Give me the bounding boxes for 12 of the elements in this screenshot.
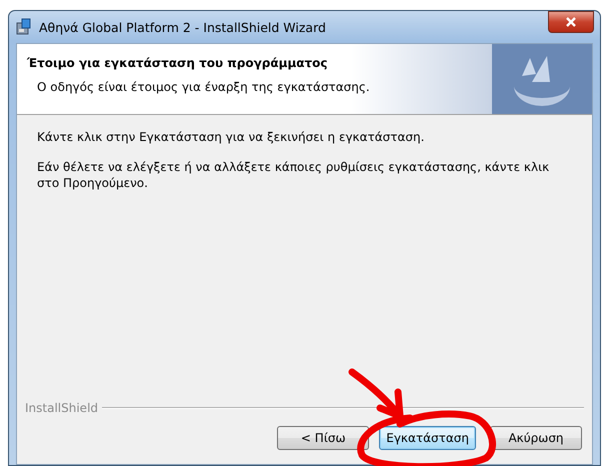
page-heading: Έτοιμο για εγκατάσταση του προγράμματος [27,56,329,70]
install-button[interactable]: Εγκατάσταση [379,426,476,450]
page-subtitle: Ο οδηγός είναι έτοιμος για έναρξη της εγκατάστασης. [36,80,371,94]
close-button[interactable] [548,11,594,33]
brand-label: InstallShield [25,401,98,415]
close-icon [565,17,577,27]
dialog-button[interactable]: < Πίσω [277,426,370,450]
instruction-text: Εάν θέλετε να ελέγξετε ή να αλλάξετε κάποιες ρυθμίσεις εγκατάστασης, κάντε κλικ στο Προηγούμενο. [37,159,550,191]
window-title: Αθηνά Global Platform 2 - InstallShield Wizard [39,20,327,34]
instruction-text: Κάντε κλικ στην Εγκατάσταση για να ξεκινήσει η εγκατάσταση. [37,129,426,145]
installer-icon [15,18,33,36]
dialog-button[interactable]: Ακύρωση [490,426,582,450]
